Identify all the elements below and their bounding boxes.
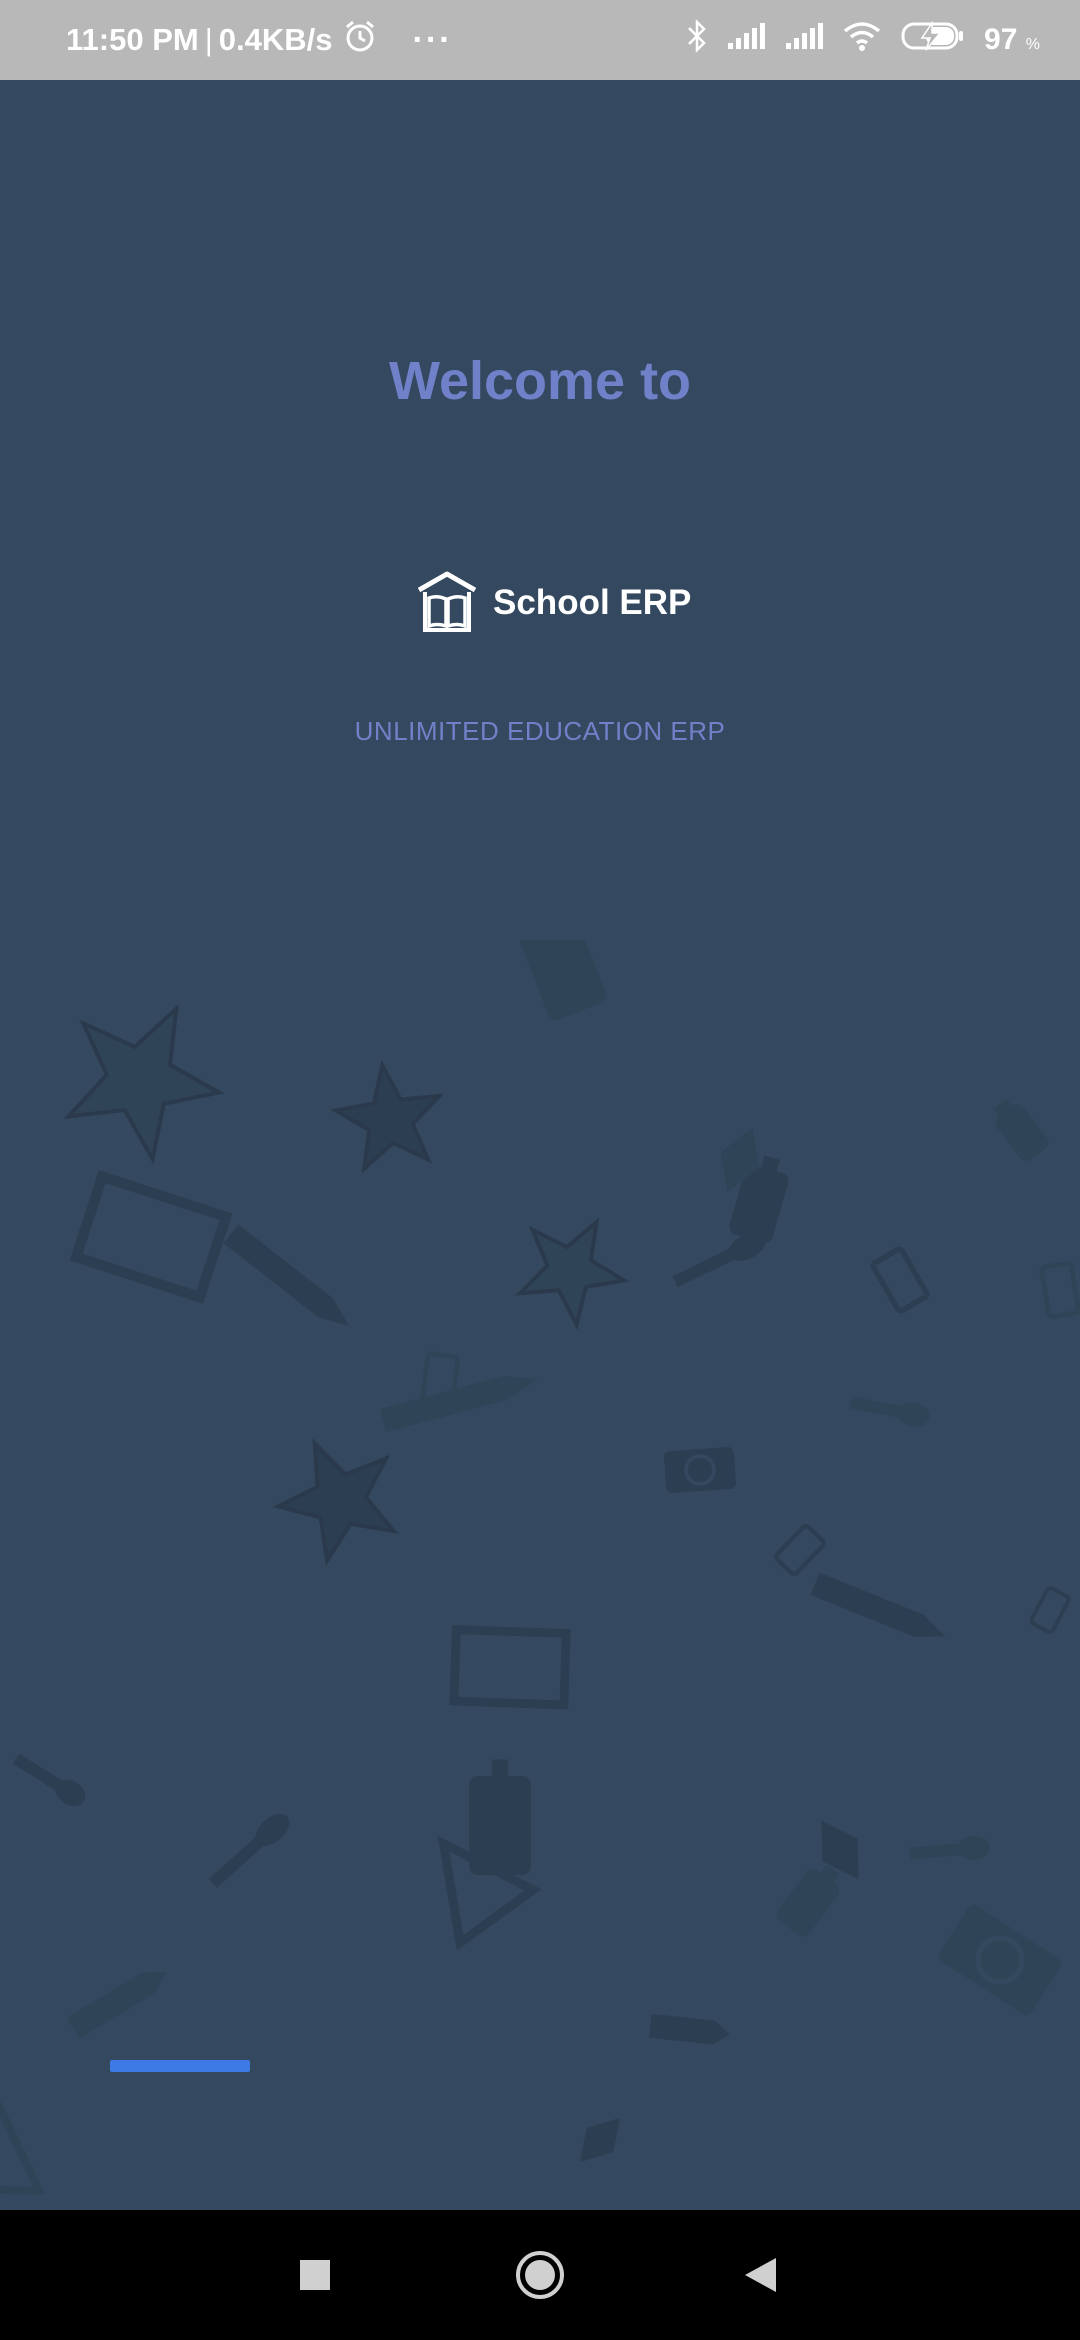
pattern-triangle-icon [0, 2101, 46, 2195]
recents-button[interactable] [280, 2210, 350, 2340]
logo-text: School ERP [493, 583, 692, 622]
pattern-bottle-icon [776, 1864, 840, 1937]
pattern-phone-icon [870, 1246, 930, 1314]
pattern-star-icon [63, 1003, 225, 1165]
status-bar: 11:50 PM | 0.4KB/s ··· 97 % [0, 0, 1080, 80]
pattern-screen-icon [69, 1170, 233, 1304]
signal-icon [784, 21, 824, 59]
pattern-bottle-icon [517, 940, 607, 1021]
pattern-pencil-icon [379, 1375, 538, 1433]
bluetooth-icon [686, 18, 708, 61]
triangle-back-icon [745, 2258, 776, 2292]
status-separator: | [204, 22, 213, 57]
pattern-star-icon [515, 1216, 630, 1331]
wifi-icon [842, 20, 882, 60]
pattern-camera-icon [938, 1904, 1062, 2016]
pattern-pencil-icon [66, 1971, 168, 2039]
welcome-heading: Welcome to [388, 351, 692, 411]
status-bar-right: 97 % [686, 0, 1040, 80]
pattern-camera-icon [664, 1447, 736, 1493]
square-icon [300, 2260, 330, 2290]
pattern-phone-icon [1029, 1586, 1071, 1634]
signal-icon [726, 21, 766, 59]
pattern-pencil-icon [648, 2013, 730, 2045]
back-button[interactable] [725, 2210, 795, 2340]
tagline: UNLIMITED EDUCATION ERP [354, 716, 726, 746]
status-bar-left: 11:50 PM | 0.4KB/s ··· [66, 0, 452, 80]
home-button[interactable] [500, 2210, 580, 2340]
school-erp-logo: School ERP [415, 558, 691, 648]
pattern-star-icon [272, 1438, 399, 1567]
pattern-brush-icon [909, 1835, 990, 1860]
pattern-star-icon [330, 1059, 445, 1174]
battery-charging-icon [900, 19, 966, 61]
navigation-bar [0, 2210, 1080, 2340]
pattern-brush-icon [12, 1753, 86, 1806]
loading-progress-bar [110, 2060, 250, 2072]
pattern-screen-icon [449, 1625, 571, 1710]
pattern-bottle-icon [469, 1759, 531, 1875]
circle-icon [516, 2251, 564, 2299]
splash-screen: Welcome to School ERP UNLIMITED EDUCATIO… [0, 80, 1080, 2210]
pattern-pencil-icon [810, 1572, 945, 1637]
pattern-brush-icon [849, 1396, 930, 1427]
network-speed: 0.4KB/s [218, 22, 333, 57]
book-house-icon [415, 568, 479, 639]
pattern-phone-icon [774, 1523, 826, 1577]
pattern-pen-icon [579, 2117, 621, 2163]
school-supplies-background-pattern [0, 940, 1080, 2195]
pattern-phone-icon [1039, 1261, 1080, 1319]
alarm-icon [343, 19, 377, 61]
clock: 11:50 PM [66, 22, 199, 57]
more-notifications-icon: ··· [412, 20, 453, 59]
pattern-bottle-icon [993, 1098, 1049, 1161]
pattern-pencil-icon [223, 1224, 350, 1327]
pattern-brush-icon [208, 1813, 290, 1888]
battery-level: 97 % [984, 23, 1040, 56]
